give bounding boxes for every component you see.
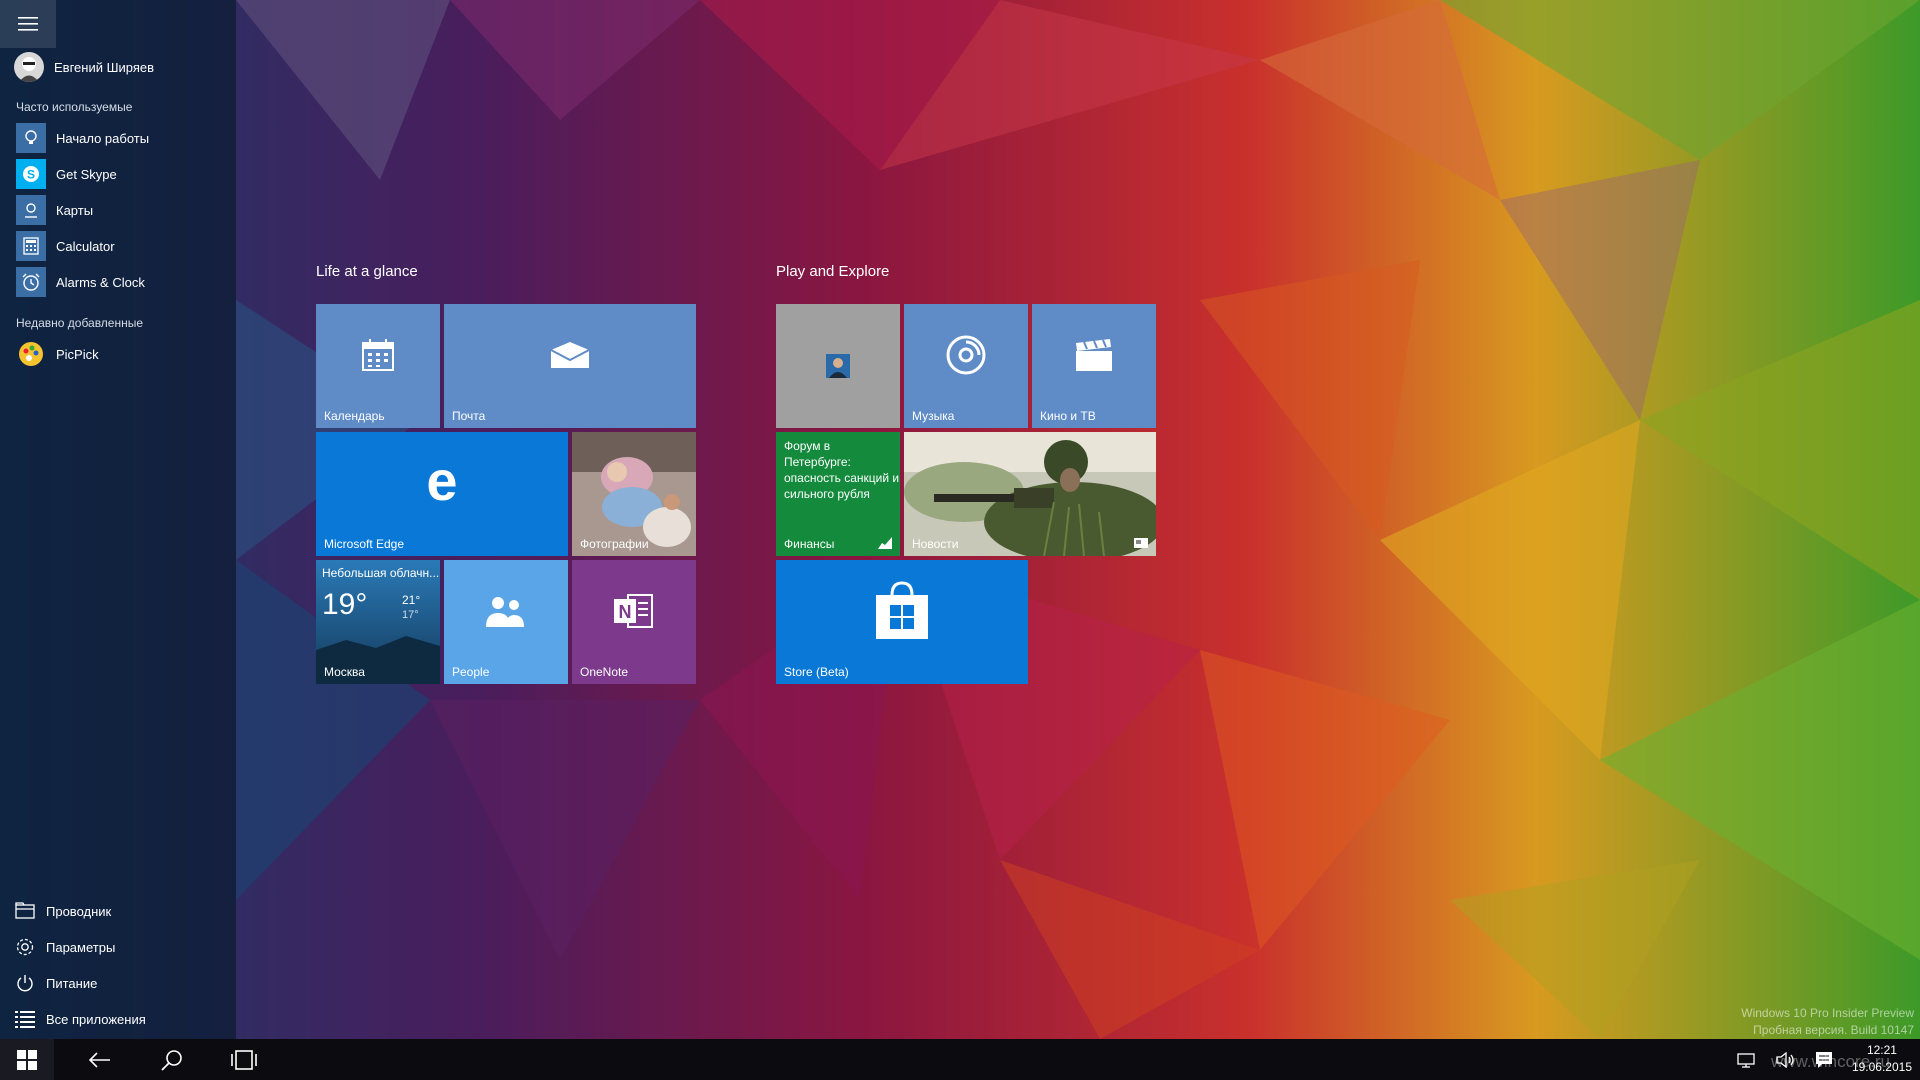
weather-condition: Небольшая облачн... xyxy=(322,566,440,580)
tile-label: Фотографии xyxy=(580,537,649,551)
app-item-label: Карты xyxy=(56,202,94,218)
avatar xyxy=(14,52,44,82)
tile-label: Финансы xyxy=(784,537,835,551)
svg-text:S: S xyxy=(27,168,35,182)
app-item-get-skype[interactable]: S Get Skype xyxy=(16,159,226,189)
tile-contact-photo[interactable] xyxy=(776,304,900,428)
app-item-label: Alarms & Clock xyxy=(56,274,145,290)
gear-icon xyxy=(14,936,36,958)
calculator-icon xyxy=(16,231,46,261)
tile-group-title-play[interactable]: Play and Explore xyxy=(776,263,889,280)
finance-headline: Форум в Петербурге: опасность санкций и … xyxy=(784,439,900,501)
app-item-picpick[interactable]: PicPick xyxy=(16,339,226,369)
file-explorer-icon xyxy=(14,900,36,922)
start-menu-panel: Евгений Ширяев Часто используемые Начало… xyxy=(0,0,236,1039)
most-used-heading: Часто используемые xyxy=(16,100,133,114)
app-item-alarms-clock[interactable]: Alarms & Clock xyxy=(16,267,226,297)
network-icon xyxy=(1737,1052,1755,1068)
user-name: Евгений Ширяев xyxy=(54,59,155,75)
chart-icon xyxy=(878,537,892,549)
site-watermark: www.wincore.ru xyxy=(1770,1052,1890,1071)
recently-added-heading: Недавно добавленные xyxy=(16,316,144,330)
store-icon xyxy=(776,560,1028,662)
onenote-icon: N xyxy=(572,560,696,662)
power-button[interactable]: Питание xyxy=(14,969,97,997)
all-apps-button[interactable]: Все приложения xyxy=(14,1005,146,1033)
edge-icon: e xyxy=(316,432,568,534)
task-view-icon xyxy=(231,1049,257,1070)
tile-photos[interactable]: Фотографии xyxy=(572,432,696,556)
tile-label: Store (Beta) xyxy=(784,665,849,679)
start-button[interactable] xyxy=(0,1039,54,1080)
lightbulb-icon xyxy=(16,123,46,153)
tile-music[interactable]: Музыка xyxy=(904,304,1028,428)
settings-button[interactable]: Параметры xyxy=(14,933,115,961)
maps-icon xyxy=(16,195,46,225)
build-watermark: Windows 10 Pro Insider Preview Пробная в… xyxy=(1741,1005,1914,1039)
music-icon xyxy=(904,304,1028,406)
back-button[interactable] xyxy=(74,1039,126,1080)
tile-label: Microsoft Edge xyxy=(324,537,405,551)
tile-microsoft-edge[interactable]: e Microsoft Edge xyxy=(316,432,568,556)
hamburger-menu-button[interactable] xyxy=(0,0,56,48)
power-icon xyxy=(14,972,36,994)
svg-text:e: e xyxy=(426,458,457,508)
tile-calendar[interactable]: Календарь xyxy=(316,304,440,428)
app-item-label: PicPick xyxy=(56,346,99,362)
tile-onenote[interactable]: N OneNote xyxy=(572,560,696,684)
tile-mail[interactable]: Почта xyxy=(444,304,696,428)
svg-text:N: N xyxy=(619,602,632,622)
picpick-icon xyxy=(16,339,46,369)
all-apps-icon xyxy=(14,1008,36,1030)
app-item-calculator[interactable]: Calculator xyxy=(16,231,226,261)
tile-label: Почта xyxy=(452,409,486,423)
calendar-icon xyxy=(316,304,440,406)
tile-label: Москва xyxy=(324,665,365,679)
app-item-label: Get Skype xyxy=(56,166,117,182)
tile-people[interactable]: People xyxy=(444,560,568,684)
search-icon xyxy=(161,1049,182,1071)
tile-label: People xyxy=(452,665,490,679)
user-account[interactable]: Евгений Ширяев xyxy=(14,52,154,82)
alarm-clock-icon xyxy=(16,267,46,297)
app-item-label: Calculator xyxy=(56,238,115,254)
news-icon xyxy=(1134,538,1148,548)
windows-logo-icon xyxy=(17,1049,37,1070)
search-button[interactable] xyxy=(146,1039,198,1080)
app-item-get-started[interactable]: Начало работы xyxy=(16,123,226,153)
system-item-label: Проводник xyxy=(46,903,112,919)
tile-label: Новости xyxy=(912,537,959,551)
app-item-label: Начало работы xyxy=(56,130,150,146)
contact-photo xyxy=(826,354,850,378)
taskbar: 12:21 19.06.2015 xyxy=(0,1039,1920,1080)
system-item-label: Все приложения xyxy=(46,1011,146,1027)
tile-label: Календарь xyxy=(324,409,385,423)
watermark-line-2: Пробная версия. Build 10147 xyxy=(1753,1023,1914,1037)
task-view-button[interactable] xyxy=(218,1039,270,1080)
tile-news[interactable]: Новости xyxy=(904,432,1156,556)
tile-finance[interactable]: Форум в Петербурге: опасность санкций и … xyxy=(776,432,900,556)
clapperboard-icon xyxy=(1032,304,1156,406)
file-explorer-button[interactable]: Проводник xyxy=(14,897,111,925)
system-item-label: Питание xyxy=(46,975,98,991)
network-tray-button[interactable] xyxy=(1732,1039,1760,1080)
weather-temp: 19° xyxy=(322,588,368,621)
tile-group-title-life[interactable]: Life at a glance xyxy=(316,263,418,280)
system-item-label: Параметры xyxy=(46,939,116,955)
app-item-maps[interactable]: Карты xyxy=(16,195,226,225)
back-arrow-icon xyxy=(89,1051,110,1068)
tile-label: Музыка xyxy=(912,409,955,423)
tile-store[interactable]: Store (Beta) xyxy=(776,560,1028,684)
mail-icon xyxy=(444,304,696,406)
people-icon xyxy=(444,560,568,662)
hamburger-icon xyxy=(18,17,38,31)
watermark-line-1: Windows 10 Pro Insider Preview xyxy=(1741,1006,1914,1020)
tile-label: Кино и ТВ xyxy=(1040,409,1096,423)
skype-icon: S xyxy=(16,159,46,189)
tile-label: OneNote xyxy=(580,665,629,679)
weather-high: 21° xyxy=(402,593,421,607)
weather-low: 17° xyxy=(402,609,419,621)
tile-movies-tv[interactable]: Кино и ТВ xyxy=(1032,304,1156,428)
tile-weather[interactable]: Небольшая облачн... 19° 21° 17° Москва xyxy=(316,560,440,684)
